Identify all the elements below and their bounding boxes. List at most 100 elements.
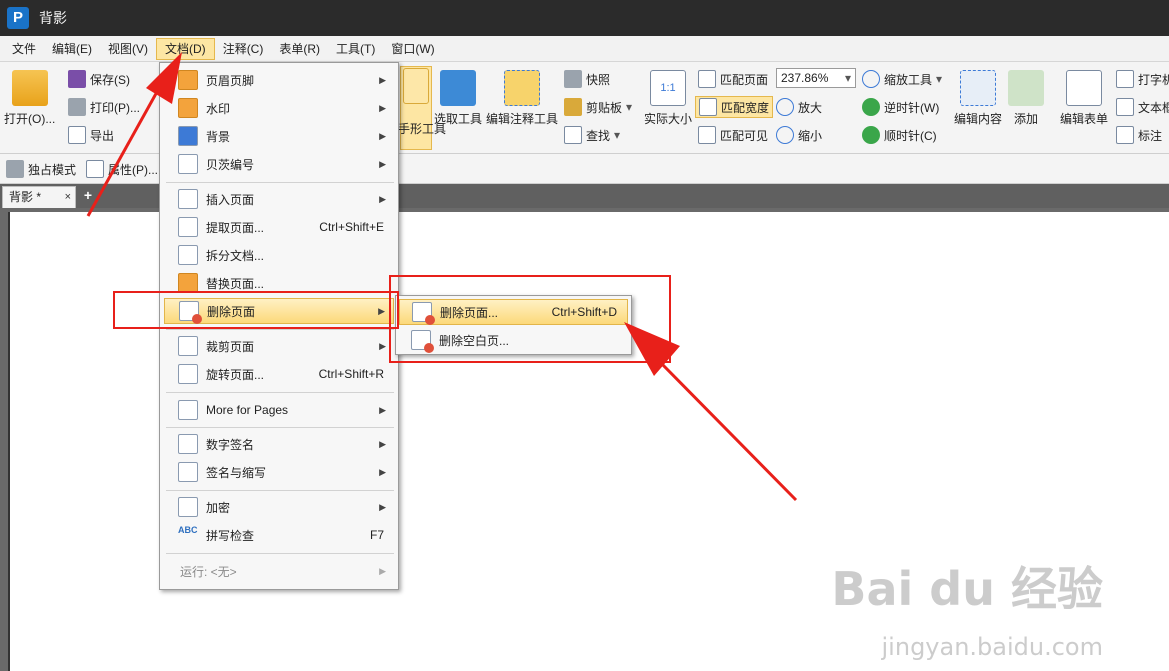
typewriter-button[interactable]: 打字机 bbox=[1116, 70, 1169, 88]
more-pages-icon bbox=[178, 400, 198, 420]
menu-item-label: 提取页面... bbox=[206, 220, 265, 235]
edit-content-icon bbox=[960, 70, 996, 106]
clipboard-button[interactable]: 剪贴板 ▾ bbox=[564, 98, 632, 116]
rotate-cw-button[interactable]: 顺时针(C) bbox=[862, 126, 937, 144]
fit-page-button[interactable]: 匹配页面 bbox=[698, 70, 768, 88]
zoom-in-icon bbox=[776, 98, 794, 116]
menu-item-label: 删除页面 bbox=[207, 304, 256, 319]
fit-width-button[interactable]: 匹配宽度 bbox=[695, 96, 774, 118]
find-label: 查找 bbox=[586, 128, 611, 143]
zoom-tool-button[interactable]: 缩放工具 ▾ bbox=[862, 70, 942, 88]
open-button[interactable]: 打开(O)... bbox=[4, 70, 55, 127]
textbox-button[interactable]: 文本框 bbox=[1116, 98, 1169, 116]
menu-item-label: 拆分文档... bbox=[206, 248, 265, 263]
menu-item-background[interactable]: 背景 ▶ bbox=[164, 123, 394, 149]
actual-size-button[interactable]: 1:1 实际大小 bbox=[644, 70, 692, 127]
menu-comment[interactable]: 注释(C) bbox=[215, 38, 272, 60]
bates-icon bbox=[178, 154, 198, 174]
menu-window[interactable]: 窗口(W) bbox=[383, 38, 442, 60]
textbox-icon bbox=[1116, 98, 1134, 116]
callout-label: 标注 bbox=[1138, 128, 1163, 143]
edit-annot-tool-button[interactable]: 编辑注释工具 bbox=[486, 70, 558, 127]
exclusive-mode-label: 独占模式 bbox=[28, 162, 77, 177]
edit-form-label: 编辑表单 bbox=[1060, 112, 1109, 126]
menu-separator bbox=[166, 182, 394, 183]
baidu-jingyan-watermark: Bai du 经验 bbox=[831, 562, 1103, 616]
find-button[interactable]: 查找 ▾ bbox=[564, 126, 620, 144]
menu-item-extract-page[interactable]: 提取页面... Ctrl+Shift+E bbox=[164, 214, 394, 240]
print-label: 打印(P)... bbox=[90, 100, 140, 115]
properties-label: 属性(P)... bbox=[108, 162, 158, 177]
menu-item-watermark[interactable]: 水印 ▶ bbox=[164, 95, 394, 121]
menu-item-run: 运行: <无> ▶ bbox=[164, 558, 394, 584]
properties-button[interactable]: 属性(P)... bbox=[86, 160, 158, 178]
menu-item-delete-page[interactable]: 删除页面 ▶ bbox=[164, 298, 394, 324]
zoom-select[interactable]: 237.86% bbox=[776, 68, 856, 88]
zoom-in-button[interactable]: 放大 bbox=[776, 98, 822, 116]
rotate-page-icon bbox=[178, 364, 198, 384]
menu-item-shortcut: Ctrl+Shift+E bbox=[319, 220, 384, 234]
menu-bar: 文件 编辑(E) 视图(V) 文档(D) 注释(C) 表单(R) 工具(T) 窗… bbox=[0, 36, 1169, 62]
close-icon[interactable]: × bbox=[65, 187, 71, 207]
annotation-select-icon bbox=[504, 70, 540, 106]
print-button[interactable]: 打印(P)... bbox=[68, 98, 140, 116]
export-button[interactable]: 导出 bbox=[68, 126, 114, 144]
select-tool-button[interactable]: 选取工具 bbox=[434, 70, 482, 127]
menu-separator bbox=[166, 490, 394, 491]
submenu-item-delete-pages[interactable]: 删除页面... Ctrl+Shift+D bbox=[399, 299, 628, 325]
document-tab[interactable]: 背影 * × bbox=[2, 186, 76, 208]
chevron-right-icon: ▶ bbox=[379, 340, 386, 351]
menu-item-shortcut: F7 bbox=[369, 528, 384, 542]
select-tool-label: 选取工具 bbox=[434, 112, 483, 126]
menu-separator bbox=[166, 329, 394, 330]
find-icon bbox=[564, 126, 582, 144]
zoom-out-icon bbox=[776, 126, 794, 144]
submenu-item-delete-blank-pages[interactable]: 删除空白页... bbox=[399, 327, 628, 353]
hand-tool-button[interactable] bbox=[400, 66, 432, 150]
chevron-down-icon: ▾ bbox=[614, 128, 621, 142]
save-label: 保存(S) bbox=[90, 72, 130, 87]
open-label: 打开(O)... bbox=[4, 112, 56, 126]
menu-item-spell-check[interactable]: ABC 拼写检查 F7 bbox=[164, 522, 394, 548]
menu-item-more-for-pages[interactable]: More for Pages ▶ bbox=[164, 397, 394, 423]
actual-size-icon: 1:1 bbox=[650, 70, 686, 106]
rotate-ccw-button[interactable]: 逆时针(W) bbox=[862, 98, 939, 116]
menu-item-label: 贝茨编号 bbox=[206, 157, 255, 172]
menu-form[interactable]: 表单(R) bbox=[271, 38, 328, 60]
edit-content-button[interactable]: 编辑内容 bbox=[954, 70, 1002, 127]
menu-document[interactable]: 文档(D) bbox=[156, 37, 215, 60]
menu-item-split-document[interactable]: 拆分文档... bbox=[164, 242, 394, 268]
menu-file[interactable]: 文件 bbox=[4, 38, 44, 60]
zoom-out-button[interactable]: 缩小 bbox=[776, 126, 822, 144]
exclusive-mode-button[interactable]: 独占模式 bbox=[6, 160, 76, 178]
menu-view[interactable]: 视图(V) bbox=[100, 38, 156, 60]
menu-item-rotate-page[interactable]: 旋转页面... Ctrl+Shift+R bbox=[164, 361, 394, 387]
snapshot-button[interactable]: 快照 bbox=[564, 70, 610, 88]
fit-visible-button[interactable]: 匹配可见 bbox=[698, 126, 768, 144]
menu-item-header-footer[interactable]: 页眉页脚 ▶ bbox=[164, 67, 394, 93]
export-icon bbox=[68, 126, 86, 144]
menu-tools[interactable]: 工具(T) bbox=[328, 38, 383, 60]
fit-page-icon bbox=[698, 70, 716, 88]
save-button[interactable]: 保存(S) bbox=[68, 70, 130, 88]
zoom-in-label: 放大 bbox=[798, 100, 823, 115]
chevron-right-icon: ▶ bbox=[379, 102, 386, 113]
chevron-right-icon: ▶ bbox=[379, 158, 386, 169]
submenu-item-label: 删除空白页... bbox=[439, 333, 510, 348]
crop-page-icon bbox=[178, 336, 198, 356]
menu-item-encrypt[interactable]: 加密 ▶ bbox=[164, 494, 394, 520]
callout-button[interactable]: 标注 bbox=[1116, 126, 1162, 144]
menu-item-insert-page[interactable]: 插入页面 ▶ bbox=[164, 186, 394, 212]
menu-item-crop-page[interactable]: 裁剪页面 ▶ bbox=[164, 333, 394, 359]
menu-item-replace-page[interactable]: 替换页面... bbox=[164, 270, 394, 296]
add-tab-icon[interactable]: + bbox=[80, 187, 96, 203]
fit-width-icon bbox=[699, 98, 717, 116]
menu-item-label: 替换页面... bbox=[206, 276, 265, 291]
menu-item-digital-signature[interactable]: 数字签名 ▶ bbox=[164, 431, 394, 457]
menu-edit[interactable]: 编辑(E) bbox=[44, 38, 100, 60]
menu-item-sign-initials[interactable]: 签名与缩写 ▶ bbox=[164, 459, 394, 485]
menu-item-bates[interactable]: 贝茨编号 ▶ bbox=[164, 151, 394, 177]
edit-form-button[interactable]: 编辑表单 bbox=[1060, 70, 1108, 127]
rotate-cw-icon bbox=[862, 126, 880, 144]
add-button[interactable]: 添加 bbox=[1008, 70, 1044, 127]
